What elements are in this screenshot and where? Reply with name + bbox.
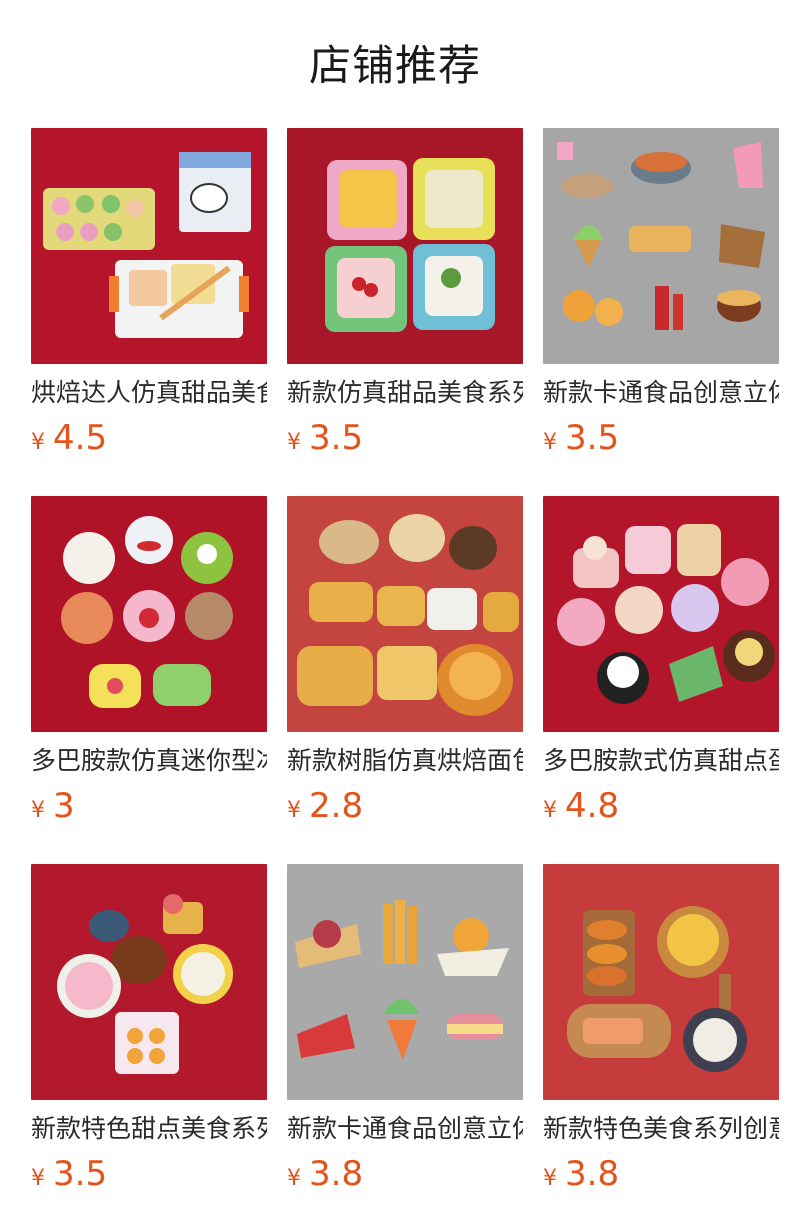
product-price: ¥4.5 (31, 418, 107, 458)
product-price: ¥3 (31, 786, 75, 826)
product-name[interactable]: 新款卡通食品创意立体 (287, 1112, 523, 1146)
product-name[interactable]: 新款特色美食系列创意 (543, 1112, 779, 1146)
product-name[interactable]: 多巴胺款式仿真甜点蛋 (543, 744, 779, 778)
product-image[interactable] (31, 496, 267, 732)
product-image[interactable] (543, 496, 779, 732)
product-image[interactable] (31, 864, 267, 1100)
product-card[interactable]: 新款树脂仿真烘焙面包 ¥2.8 (287, 496, 523, 864)
product-price: ¥3.8 (287, 1154, 363, 1194)
currency-symbol: ¥ (287, 1166, 301, 1191)
currency-symbol: ¥ (543, 430, 557, 455)
product-image[interactable] (543, 128, 779, 364)
price-value: 4.5 (53, 418, 108, 458)
price-value: 3.8 (309, 1154, 364, 1194)
product-name[interactable]: 新款树脂仿真烘焙面包 (287, 744, 523, 778)
price-value: 2.8 (309, 786, 364, 826)
product-price: ¥4.8 (543, 786, 619, 826)
product-price: ¥3.5 (31, 1154, 107, 1194)
currency-symbol: ¥ (31, 798, 45, 823)
product-price: ¥3.5 (287, 418, 363, 458)
price-value: 3.5 (309, 418, 364, 458)
currency-symbol: ¥ (287, 430, 301, 455)
price-value: 3.5 (565, 418, 620, 458)
currency-symbol: ¥ (31, 430, 45, 455)
price-value: 3.8 (565, 1154, 620, 1194)
price-value: 4.8 (565, 786, 620, 826)
page-title: 店铺推荐 (308, 41, 481, 90)
product-grid: 烘焙达人仿真甜品美食 ¥4.5 新款仿真甜品美食系列 ¥3.5 新款卡通食品创意… (31, 128, 790, 1232)
product-card[interactable]: 新款卡通食品创意立体 ¥3.5 (543, 128, 779, 496)
product-name[interactable]: 新款卡通食品创意立体 (543, 376, 779, 410)
product-card[interactable]: 新款卡通食品创意立体 ¥3.8 (287, 864, 523, 1232)
product-name[interactable]: 新款仿真甜品美食系列 (287, 376, 523, 410)
product-image[interactable] (287, 128, 523, 364)
product-image[interactable] (543, 864, 779, 1100)
currency-symbol: ¥ (543, 1166, 557, 1191)
product-card[interactable]: 多巴胺款仿真迷你型冰 ¥3 (31, 496, 267, 864)
product-name[interactable]: 多巴胺款仿真迷你型冰 (31, 744, 267, 778)
product-card[interactable]: 多巴胺款式仿真甜点蛋 ¥4.8 (543, 496, 779, 864)
currency-symbol: ¥ (31, 1166, 45, 1191)
product-name[interactable]: 烘焙达人仿真甜品美食 (31, 376, 267, 410)
product-price: ¥3.8 (543, 1154, 619, 1194)
currency-symbol: ¥ (287, 798, 301, 823)
product-card[interactable]: 新款特色美食系列创意 ¥3.8 (543, 864, 779, 1232)
product-price: ¥3.5 (543, 418, 619, 458)
product-image[interactable] (31, 128, 267, 364)
product-card[interactable]: 新款特色甜点美食系列 ¥3.5 (31, 864, 267, 1232)
currency-symbol: ¥ (543, 798, 557, 823)
price-value: 3.5 (53, 1154, 108, 1194)
product-image[interactable] (287, 496, 523, 732)
product-name[interactable]: 新款特色甜点美食系列 (31, 1112, 267, 1146)
product-price: ¥2.8 (287, 786, 363, 826)
price-value: 3 (53, 786, 75, 826)
product-card[interactable]: 新款仿真甜品美食系列 ¥3.5 (287, 128, 523, 496)
product-card[interactable]: 烘焙达人仿真甜品美食 ¥4.5 (31, 128, 267, 496)
product-image[interactable] (287, 864, 523, 1100)
